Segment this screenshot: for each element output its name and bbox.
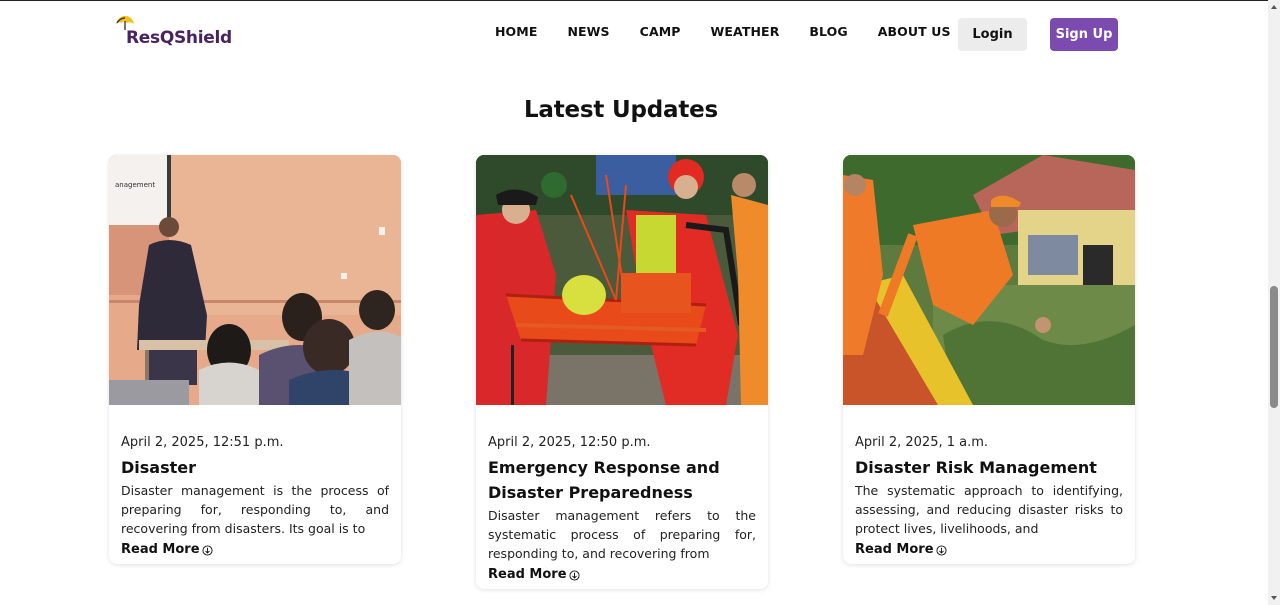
update-card: April 2, 2025, 1 a.m. Disaster Risk Mana…: [843, 155, 1135, 564]
read-more-label: Read More: [855, 542, 934, 557]
card-title[interactable]: Emergency Response and Disaster Prepared…: [488, 455, 756, 505]
login-button[interactable]: Login: [958, 18, 1027, 51]
card-title[interactable]: Disaster Risk Management: [855, 455, 1123, 480]
card-date: April 2, 2025, 12:50 p.m.: [488, 435, 651, 450]
card-body: April 2, 2025, 12:51 p.m. Disaster Disas…: [109, 405, 401, 564]
read-more-label: Read More: [488, 567, 567, 582]
svg-text:anagement: anagement: [115, 181, 155, 189]
signup-button[interactable]: Sign Up: [1050, 18, 1118, 51]
brand-name: ResQShield: [126, 28, 232, 48]
card-body: April 2, 2025, 12:50 p.m. Emergency Resp…: [476, 405, 768, 589]
card-description: Disaster management refers to the system…: [488, 508, 756, 561]
read-more-link[interactable]: Read More: [488, 567, 580, 583]
nav-news[interactable]: NEWS: [567, 22, 609, 41]
card-date: April 2, 2025, 1 a.m.: [855, 435, 989, 450]
scroll-down-arrow-icon[interactable]: [1270, 594, 1278, 602]
nav-blog[interactable]: BLOG: [809, 22, 847, 41]
card-description: Disaster management is the process of pr…: [121, 483, 389, 536]
card-date: April 2, 2025, 12:51 p.m.: [121, 435, 284, 450]
update-card: anagement April 2, 2025, 12:51 p.m. Disa…: [109, 155, 401, 564]
arrow-circle-down-icon: [201, 544, 213, 556]
read-more-link[interactable]: Read More: [121, 542, 213, 558]
arrow-circle-down-icon: [935, 544, 947, 556]
card-title[interactable]: Disaster: [121, 455, 389, 480]
section-title: Latest Updates: [523, 97, 719, 123]
presentation-room-photo[interactable]: anagement: [109, 155, 401, 405]
flood-rescue-photo[interactable]: [843, 155, 1135, 405]
navbar: ResQShield HOME NEWS CAMP WEATHER BLOG A…: [0, 0, 1268, 68]
nav-about-us[interactable]: ABOUT US: [878, 22, 951, 41]
vertical-scrollbar[interactable]: [1268, 0, 1280, 605]
nav-links: HOME NEWS CAMP WEATHER BLOG ABOUT US: [495, 22, 981, 41]
update-card: April 2, 2025, 12:50 p.m. Emergency Resp…: [476, 155, 768, 589]
arrow-circle-down-icon: [568, 569, 580, 581]
scrollbar-thumb[interactable]: [1270, 286, 1278, 408]
nav-camp[interactable]: CAMP: [640, 22, 681, 41]
nav-weather[interactable]: WEATHER: [711, 22, 780, 41]
nav-home[interactable]: HOME: [495, 22, 537, 41]
read-more-label: Read More: [121, 542, 200, 557]
card-body: April 2, 2025, 1 a.m. Disaster Risk Mana…: [843, 405, 1135, 564]
rescue-stretcher-photo[interactable]: [476, 155, 768, 405]
read-more-link[interactable]: Read More: [855, 542, 947, 558]
card-description: The systematic approach to identifying, …: [855, 483, 1123, 536]
scroll-up-arrow-icon[interactable]: [1270, 3, 1278, 11]
